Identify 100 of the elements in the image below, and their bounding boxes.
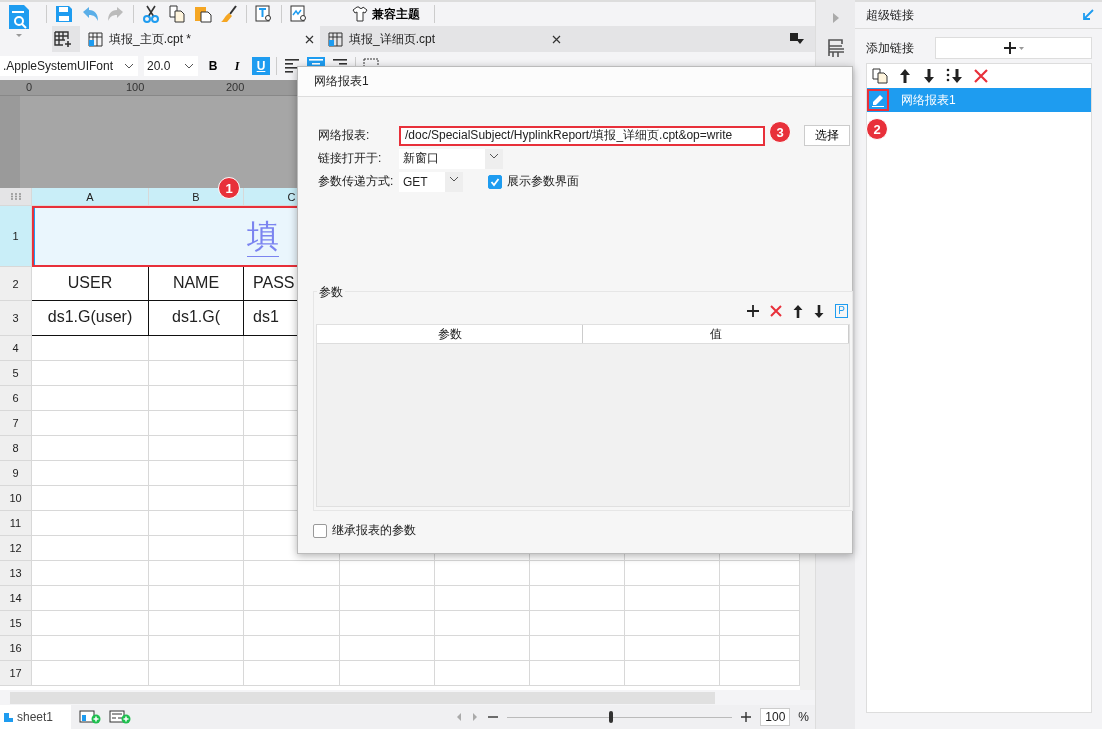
row-number[interactable]: 16 <box>9 642 22 654</box>
table-cell[interactable]: ds1.G( <box>172 308 220 326</box>
checkbox[interactable] <box>488 174 502 189</box>
checkbox-label: 继承报表的参数 <box>332 522 416 539</box>
paste-icon[interactable] <box>194 5 212 23</box>
save-icon[interactable] <box>55 5 73 23</box>
edit-highlight[interactable] <box>867 89 889 111</box>
text-search-icon[interactable] <box>255 5 273 23</box>
file-tab[interactable]: 填报_主页.cpt * <box>80 26 320 52</box>
font-dropdown[interactable]: .AppleSystemUIFont <box>0 56 138 76</box>
column-header: 值 <box>583 325 849 343</box>
row-number[interactable]: 10 <box>9 492 22 504</box>
app-logo-icon[interactable] <box>8 2 30 38</box>
ruler-mark: 0 <box>26 81 33 94</box>
move-to-bottom-icon[interactable] <box>946 68 964 84</box>
tab-label: 填报_详细页.cpt <box>349 30 436 48</box>
caret-icon <box>124 62 134 70</box>
report-path-field[interactable]: /doc/SpecialSubject/HyplinkReport/填报_详细页.cpt&op=write <box>399 125 765 146</box>
panel-title: 超级链接 <box>866 6 914 24</box>
method-dropdown[interactable]: GET <box>399 171 463 192</box>
file-tab[interactable]: 填报_详细页.cpt <box>320 26 567 52</box>
group-title: 参数 <box>317 284 345 301</box>
field-label: 网络报表: <box>318 127 371 144</box>
row-number[interactable]: 2 <box>12 277 19 290</box>
pencil-icon <box>871 93 885 107</box>
ruler-mark: 200 <box>226 81 245 94</box>
checkbox[interactable] <box>313 523 327 538</box>
row-number[interactable]: 1 <box>12 230 19 242</box>
close-icon[interactable] <box>305 34 314 44</box>
copy-icon[interactable] <box>168 5 186 23</box>
report-file-icon <box>328 31 343 47</box>
move-down-icon[interactable] <box>922 68 936 84</box>
column-header: 参数 <box>317 325 583 343</box>
font-size-dropdown[interactable]: 20.0 <box>144 56 198 76</box>
table-cell[interactable]: ds1 <box>253 308 279 326</box>
add-sheet-icon[interactable] <box>79 710 102 724</box>
bold-button[interactable]: B <box>204 57 222 75</box>
checkbox-label: 展示参数界面 <box>507 173 579 190</box>
column-header[interactable]: C <box>287 190 296 203</box>
row-number[interactable]: 11 <box>9 517 22 529</box>
field-label: 链接打开于: <box>318 150 383 167</box>
italic-button[interactable]: I <box>228 57 246 75</box>
row-number[interactable]: 4 <box>12 342 19 354</box>
add-link-label: 添加链接 <box>866 39 914 57</box>
callout-badge: 3 <box>769 121 791 143</box>
dialog-title: 网络报表1 <box>298 67 852 97</box>
sheet-tab[interactable]: sheet1 <box>0 705 72 729</box>
row-number[interactable]: 8 <box>12 442 19 454</box>
row-number[interactable]: 5 <box>12 367 19 379</box>
caret-icon <box>449 175 459 183</box>
move-up-icon[interactable] <box>793 304 804 318</box>
column-header[interactable]: A <box>86 190 94 203</box>
move-down-icon[interactable] <box>814 304 825 318</box>
row-number[interactable]: 14 <box>9 592 22 604</box>
row-number[interactable]: 3 <box>12 312 19 324</box>
brush-icon[interactable] <box>220 5 238 23</box>
row-number[interactable]: 9 <box>12 467 19 479</box>
zoom-field[interactable]: 100 <box>760 708 791 726</box>
align-left-icon[interactable] <box>283 57 301 75</box>
close-icon[interactable] <box>552 34 561 44</box>
row-number[interactable]: 7 <box>12 417 19 429</box>
theme-button[interactable]: 兼容主题 <box>346 5 426 23</box>
open-in-dropdown[interactable]: 新窗口 <box>399 148 503 169</box>
tab-menu-icon[interactable] <box>789 32 805 46</box>
table-cell[interactable]: NAME <box>172 274 220 292</box>
delete-icon[interactable] <box>974 69 988 83</box>
caret-icon <box>489 152 499 160</box>
row-number[interactable]: 17 <box>9 667 22 679</box>
row-number[interactable]: 12 <box>9 542 22 554</box>
table-cell[interactable]: PASS <box>253 274 295 292</box>
tab-label: 填报_主页.cpt * <box>109 30 193 48</box>
link-label: 网络报表1 <box>901 91 956 109</box>
zoom-slider-thumb[interactable] <box>608 711 613 723</box>
table-cell[interactable]: ds1.G(user) <box>47 308 133 326</box>
shirt-icon <box>352 6 368 22</box>
report-file-icon <box>88 31 103 47</box>
ruler-mark: 100 <box>126 81 145 94</box>
field-label: 参数传递方式: <box>318 173 394 190</box>
chart-search-icon[interactable] <box>290 5 308 23</box>
move-up-icon[interactable] <box>898 68 912 84</box>
row-number[interactable]: 6 <box>12 392 19 404</box>
cell-attribute-icon[interactable] <box>826 38 845 58</box>
add-dashboard-icon[interactable] <box>109 710 132 724</box>
zoom-unit: % <box>798 710 809 724</box>
table-cell[interactable]: USER <box>67 274 113 292</box>
row-number[interactable]: 15 <box>9 617 22 629</box>
column-header[interactable]: B <box>192 190 200 203</box>
collapse-arrow-icon[interactable] <box>1082 9 1094 21</box>
delete-icon[interactable] <box>770 305 783 317</box>
new-sheet-icon[interactable] <box>54 30 72 48</box>
caret-icon <box>184 62 194 70</box>
add-icon[interactable] <box>747 305 760 317</box>
sheet-icon <box>4 712 13 722</box>
title-text: 填 <box>247 216 279 257</box>
choose-button[interactable]: 选择 <box>804 125 850 146</box>
copy-icon[interactable] <box>872 68 888 84</box>
row-number[interactable]: 13 <box>9 567 22 579</box>
cut-icon[interactable] <box>142 5 160 23</box>
zoom-in-icon[interactable] <box>740 711 753 723</box>
plus-icon <box>1002 41 1025 55</box>
